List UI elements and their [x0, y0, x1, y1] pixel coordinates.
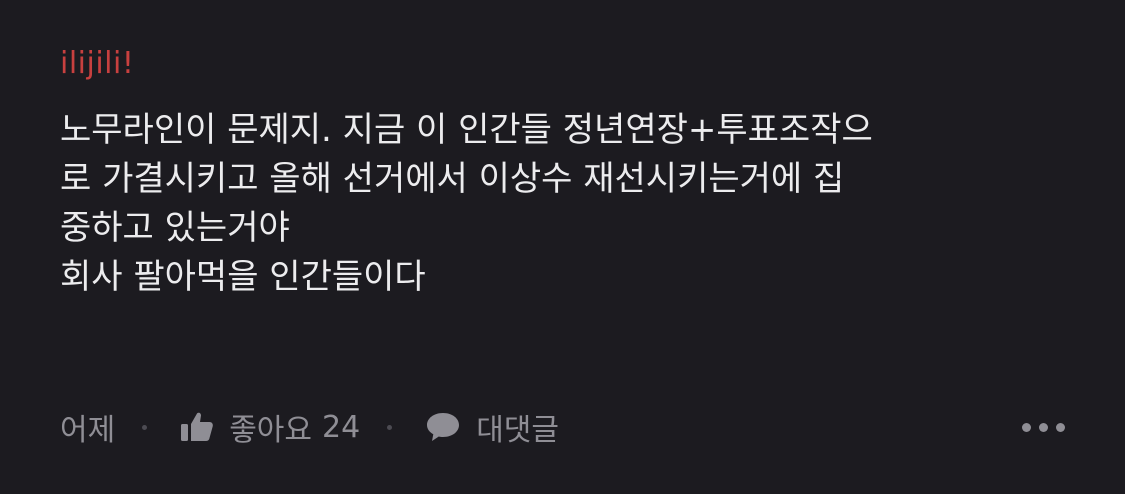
comment-meta-bar: 어제 좋아요 24 대댓글	[60, 402, 1065, 452]
like-label: 좋아요	[229, 413, 313, 448]
comment-body: 노무라인이 문제지. 지금 이 인간들 정년연장+투표조작으 로 가결시키고 올…	[60, 106, 1060, 302]
reply-label: 대댓글	[476, 413, 560, 448]
comment-line: 회사 팔아먹을 인간들이다	[60, 257, 426, 297]
more-horizontal-icon[interactable]	[1022, 417, 1065, 438]
thumbs-up-icon	[180, 411, 214, 443]
separator-dot	[142, 424, 148, 430]
like-button[interactable]: 좋아요 24	[180, 405, 360, 449]
comment-item: ilijili! 노무라인이 문제지. 지금 이 인간들 정년연장+투표조작으 …	[0, 0, 1125, 494]
comment-line: 노무라인이 문제지. 지금 이 인간들 정년연장+투표조작으	[60, 110, 873, 150]
speech-bubble-icon	[425, 411, 461, 443]
like-count: 24	[322, 409, 361, 445]
reply-button[interactable]: 대댓글	[425, 405, 559, 449]
comment-line: 중하고 있는거야	[60, 208, 290, 248]
comment-author[interactable]: ilijili!	[60, 44, 1065, 84]
separator-dot	[387, 424, 393, 430]
comment-timestamp: 어제	[60, 413, 116, 448]
comment-line: 로 가결시키고 올해 선거에서 이상수 재선시키는거에 집	[60, 159, 845, 199]
